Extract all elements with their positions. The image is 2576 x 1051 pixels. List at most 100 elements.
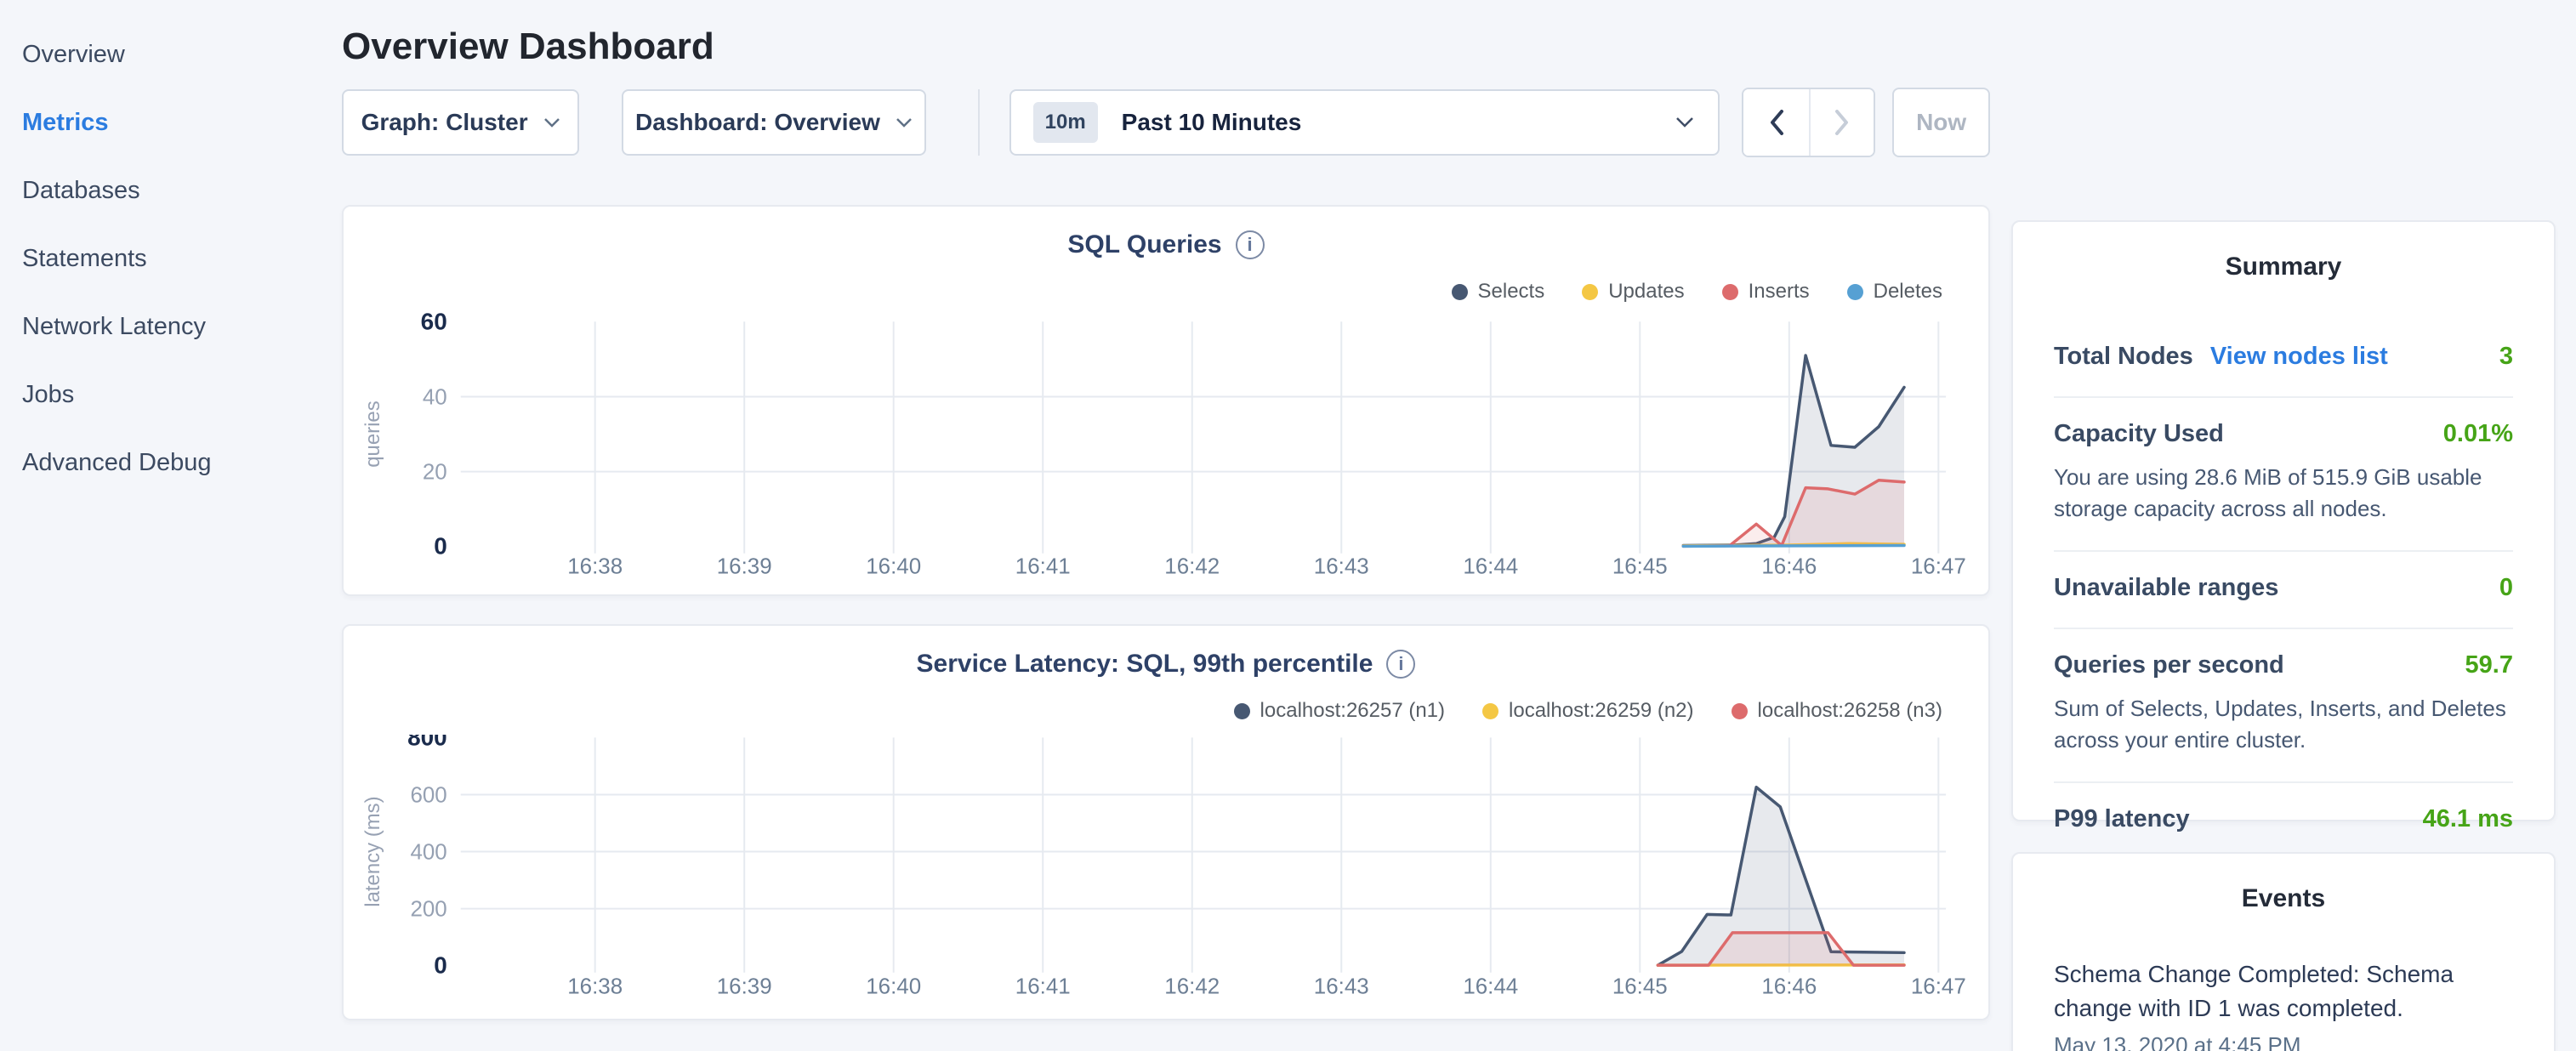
svg-text:60: 60 bbox=[421, 309, 447, 334]
dashboard-dropdown[interactable]: Dashboard: Overview bbox=[622, 89, 926, 156]
legend-label: Inserts bbox=[1749, 280, 1810, 304]
info-icon[interactable]: i bbox=[1386, 650, 1415, 679]
chevron-left-icon bbox=[1769, 110, 1784, 135]
main-content: Overview Dashboard Graph: Cluster Dashbo… bbox=[342, 0, 1990, 1020]
chart-legend: localhost:26257 (n1) localhost:26259 (n2)… bbox=[1234, 699, 1942, 723]
summary-row-label: Unavailable ranges bbox=[2054, 574, 2278, 602]
service-latency-chart-card: Service Latency: SQL, 99th percentile i … bbox=[342, 624, 1990, 1020]
legend-dot-icon bbox=[1482, 703, 1498, 719]
event-timestamp: May 13, 2020 at 4:45 PM bbox=[2054, 1032, 2513, 1051]
svg-text:16:44: 16:44 bbox=[1463, 555, 1518, 579]
chevron-down-icon bbox=[896, 117, 913, 128]
summary-row-value: 0.01% bbox=[2443, 420, 2513, 448]
svg-text:16:38: 16:38 bbox=[567, 975, 623, 999]
svg-text:16:42: 16:42 bbox=[1164, 975, 1220, 999]
chart-legend: Selects Updates Inserts Deletes bbox=[1452, 280, 1943, 304]
svg-text:16:47: 16:47 bbox=[1911, 975, 1966, 999]
legend-dot-icon bbox=[1732, 703, 1748, 719]
sidebar-item-metrics[interactable]: Metrics bbox=[0, 88, 342, 156]
graph-dropdown-label: Graph: Cluster bbox=[361, 109, 528, 136]
legend-item[interactable]: localhost:26259 (n2) bbox=[1482, 699, 1693, 723]
svg-text:16:41: 16:41 bbox=[1015, 975, 1071, 999]
svg-text:0: 0 bbox=[434, 533, 447, 560]
time-range-badge: 10m bbox=[1033, 102, 1098, 143]
legend-item[interactable]: localhost:26257 (n1) bbox=[1234, 699, 1445, 723]
time-forward-button[interactable] bbox=[1809, 89, 1874, 156]
time-range-selector[interactable]: 10m Past 10 Minutes bbox=[1009, 89, 1720, 156]
sidebar-item-databases[interactable]: Databases bbox=[0, 156, 342, 224]
legend-dot-icon bbox=[1452, 284, 1468, 300]
legend-item[interactable]: Inserts bbox=[1722, 280, 1810, 304]
app-root: Overview Metrics Databases Statements Ne… bbox=[0, 0, 2576, 1051]
svg-text:16:39: 16:39 bbox=[717, 555, 772, 579]
sql-queries-chart-card: SQL Queries i Selects Updates Inserts Delet… bbox=[342, 205, 1990, 596]
right-rail: Summary Total Nodes View nodes list 3 Ca… bbox=[2011, 220, 2556, 1051]
chart-title: Service Latency: SQL, 99th percentile bbox=[917, 650, 1373, 679]
svg-text:800: 800 bbox=[407, 735, 447, 750]
events-panel: Events Schema Change Completed: Schema c… bbox=[2011, 852, 2556, 1051]
chart-title: SQL Queries bbox=[1067, 230, 1221, 259]
view-nodes-list-link[interactable]: View nodes list bbox=[2210, 343, 2388, 371]
sql-queries-chart[interactable]: 16:3816:3916:4016:4116:4216:4316:4416:45… bbox=[344, 309, 1988, 591]
dashboard-dropdown-label: Dashboard: Overview bbox=[635, 109, 880, 136]
chevron-right-icon bbox=[1834, 110, 1850, 135]
svg-text:40: 40 bbox=[423, 385, 447, 409]
info-icon[interactable]: i bbox=[1236, 230, 1265, 259]
sidebar-item-network-latency[interactable]: Network Latency bbox=[0, 293, 342, 361]
svg-text:queries: queries bbox=[361, 401, 384, 468]
toolbar: Graph: Cluster Dashboard: Overview 10m P… bbox=[342, 87, 1990, 158]
summary-row-description: You are using 28.6 MiB of 515.9 GiB usab… bbox=[2054, 462, 2513, 525]
sidebar-item-overview[interactable]: Overview bbox=[0, 20, 342, 88]
legend-item[interactable]: Deletes bbox=[1847, 280, 1942, 304]
summary-row-value: 59.7 bbox=[2465, 651, 2513, 679]
now-button[interactable]: Now bbox=[1892, 88, 1990, 157]
summary-row-label: Total Nodes bbox=[2054, 343, 2193, 371]
summary-row-label: Capacity Used bbox=[2054, 420, 2224, 448]
event-item[interactable]: Schema Change Completed: Schema change w… bbox=[2054, 957, 2513, 1051]
svg-text:16:45: 16:45 bbox=[1612, 975, 1668, 999]
chevron-down-icon bbox=[1675, 116, 1694, 128]
time-back-button[interactable] bbox=[1743, 89, 1808, 156]
chart-title-row: SQL Queries i bbox=[344, 230, 1988, 259]
legend-label: localhost:26259 (n2) bbox=[1509, 699, 1693, 723]
svg-text:16:47: 16:47 bbox=[1911, 555, 1966, 579]
svg-text:200: 200 bbox=[410, 898, 446, 922]
svg-text:16:41: 16:41 bbox=[1015, 555, 1071, 579]
summary-row-queries-per-second: Queries per second 59.7 Sum of Selects, … bbox=[2054, 629, 2513, 781]
svg-text:0: 0 bbox=[434, 952, 447, 979]
legend-item[interactable]: Selects bbox=[1452, 280, 1545, 304]
svg-text:latency (ms): latency (ms) bbox=[361, 796, 384, 906]
svg-text:600: 600 bbox=[410, 783, 446, 807]
svg-text:16:42: 16:42 bbox=[1164, 555, 1220, 579]
sidebar-item-jobs[interactable]: Jobs bbox=[0, 361, 342, 429]
svg-text:16:46: 16:46 bbox=[1761, 555, 1817, 579]
time-range-label: Past 10 Minutes bbox=[1122, 109, 1302, 136]
summary-row-capacity-used: Capacity Used 0.01% You are using 28.6 M… bbox=[2054, 398, 2513, 550]
legend-item[interactable]: Updates bbox=[1582, 280, 1684, 304]
legend-dot-icon bbox=[1722, 284, 1738, 300]
svg-text:20: 20 bbox=[423, 461, 447, 485]
summary-row-value: 0 bbox=[2499, 574, 2513, 602]
graph-dropdown[interactable]: Graph: Cluster bbox=[342, 89, 579, 156]
sidebar: Overview Metrics Databases Statements Ne… bbox=[0, 0, 342, 497]
sidebar-item-advanced-debug[interactable]: Advanced Debug bbox=[0, 429, 342, 497]
summary-row-unavailable-ranges: Unavailable ranges 0 bbox=[2054, 552, 2513, 628]
legend-item[interactable]: localhost:26258 (n3) bbox=[1732, 699, 1942, 723]
summary-rows: Total Nodes View nodes list 3 Capacity U… bbox=[2054, 321, 2513, 859]
summary-row-label: Queries per second bbox=[2054, 651, 2284, 679]
chevron-down-icon bbox=[543, 117, 560, 128]
legend-label: localhost:26258 (n3) bbox=[1758, 699, 1942, 723]
svg-text:16:43: 16:43 bbox=[1314, 555, 1369, 579]
legend-label: Updates bbox=[1608, 280, 1684, 304]
svg-text:16:43: 16:43 bbox=[1314, 975, 1369, 999]
svg-text:16:45: 16:45 bbox=[1612, 555, 1668, 579]
summary-panel: Summary Total Nodes View nodes list 3 Ca… bbox=[2011, 220, 2556, 821]
sidebar-item-statements[interactable]: Statements bbox=[0, 224, 342, 293]
service-latency-chart[interactable]: 16:3816:3916:4016:4116:4216:4316:4416:45… bbox=[344, 735, 1988, 1017]
svg-text:16:38: 16:38 bbox=[567, 555, 623, 579]
summary-row-value: 46.1 ms bbox=[2423, 805, 2513, 833]
summary-row-value: 3 bbox=[2499, 343, 2513, 371]
svg-text:16:40: 16:40 bbox=[866, 975, 921, 999]
legend-label: localhost:26257 (n1) bbox=[1260, 699, 1445, 723]
summary-row-total-nodes: Total Nodes View nodes list 3 bbox=[2054, 321, 2513, 396]
